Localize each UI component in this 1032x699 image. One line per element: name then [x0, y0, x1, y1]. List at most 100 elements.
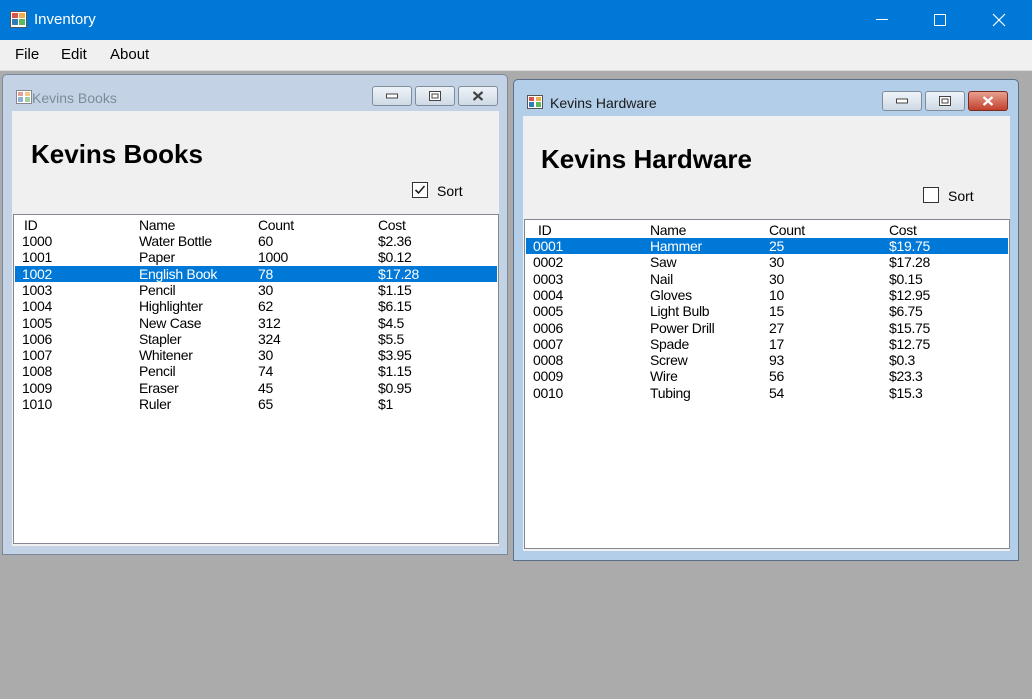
hardware-sort-label: Sort: [948, 188, 974, 204]
list-item[interactable]: 1001 Paper 1000 $0.12: [15, 249, 497, 265]
item-count: 45: [258, 379, 273, 396]
title-bar[interactable]: Inventory: [0, 0, 1032, 40]
item-name: Hammer: [650, 238, 702, 254]
books-window[interactable]: Kevins Books Kevins Books Sort ID Name C…: [2, 74, 508, 555]
menu-edit[interactable]: Edit: [61, 46, 87, 63]
window-title: Inventory: [34, 11, 96, 28]
item-cost: $17.28: [889, 254, 931, 271]
hardware-minimize-button[interactable]: [882, 91, 922, 111]
list-item[interactable]: 0009 Wire 56 $23.3: [526, 368, 1008, 384]
books-sort-label: Sort: [437, 183, 463, 199]
hardware-window-title: Kevins Hardware: [550, 95, 657, 111]
list-item[interactable]: 1004 Highlighter 62 $6.15: [15, 298, 497, 314]
item-name: Pencil: [139, 281, 176, 298]
list-item[interactable]: 1002 English Book 78 $17.28: [15, 265, 497, 282]
list-item[interactable]: 0003 Nail 30 $0.15: [526, 271, 1008, 287]
checkmark-icon: [414, 185, 426, 195]
column-header-count[interactable]: Count: [258, 217, 294, 233]
restore-icon: [429, 91, 441, 101]
item-count: 62: [258, 298, 273, 315]
column-header-name[interactable]: Name: [139, 217, 175, 233]
item-id: 0003: [533, 270, 563, 287]
list-item[interactable]: 0004 Gloves 10 $12.95: [526, 287, 1008, 303]
books-minimize-button[interactable]: [372, 86, 412, 106]
column-header-id[interactable]: ID: [24, 217, 38, 233]
list-item[interactable]: 1010 Ruler 65 $1: [15, 396, 497, 412]
list-item[interactable]: 1000 Water Bottle 60 $2.36: [15, 233, 497, 249]
item-id: 1005: [22, 314, 52, 331]
maximize-icon: [934, 14, 946, 26]
item-cost: $19.75: [889, 238, 931, 254]
column-header-count[interactable]: Count: [769, 222, 805, 238]
item-name: Pencil: [139, 363, 176, 380]
column-header-cost[interactable]: Cost: [889, 222, 917, 238]
list-item[interactable]: 0008 Screw 93 $0.3: [526, 352, 1008, 368]
list-item[interactable]: 1007 Whitener 30 $3.95: [15, 347, 497, 363]
menu-file[interactable]: File: [15, 46, 39, 63]
item-cost: $2.36: [378, 233, 412, 249]
item-id: 0001: [533, 238, 563, 254]
item-count: 93: [769, 352, 784, 369]
list-item[interactable]: 0010 Tubing 54 $15.3: [526, 385, 1008, 401]
app-icon: [10, 11, 27, 28]
hardware-client-area: Kevins Hardware Sort ID Name Count Cost …: [523, 116, 1010, 551]
item-id: 0004: [533, 286, 563, 303]
list-item[interactable]: 0007 Spade 17 $12.75: [526, 336, 1008, 352]
list-item[interactable]: 1006 Stapler 324 $5.5: [15, 331, 497, 347]
item-name: English Book: [139, 265, 218, 282]
item-id: 1010: [22, 396, 52, 412]
list-item[interactable]: 1008 Pencil 74 $1.15: [15, 363, 497, 379]
item-cost: $0.12: [378, 249, 412, 266]
hardware-list[interactable]: ID Name Count Cost 0001 Hammer 25 $19.75 000…: [524, 219, 1010, 549]
column-header-name[interactable]: Name: [650, 222, 686, 238]
item-id: 0002: [533, 254, 563, 271]
list-item[interactable]: 0005 Light Bulb 15 $6.75: [526, 303, 1008, 319]
list-item[interactable]: 1009 Eraser 45 $0.95: [15, 380, 497, 396]
books-restore-button[interactable]: [415, 86, 455, 106]
item-cost: $0.15: [889, 270, 923, 287]
item-name: Saw: [650, 254, 677, 271]
item-id: 1006: [22, 330, 52, 347]
item-cost: $1: [378, 396, 393, 412]
hardware-close-button[interactable]: [968, 91, 1008, 111]
item-id: 1002: [22, 265, 52, 282]
books-window-icon: [16, 90, 32, 104]
close-icon: [472, 91, 484, 101]
list-item[interactable]: 1003 Pencil 30 $1.15: [15, 282, 497, 298]
item-name: Whitener: [139, 347, 193, 364]
column-header-id[interactable]: ID: [538, 222, 552, 238]
item-count: 17: [769, 335, 784, 352]
list-item[interactable]: 0002 Saw 30 $17.28: [526, 254, 1008, 270]
list-item[interactable]: 0001 Hammer 25 $19.75: [526, 238, 1008, 254]
books-list[interactable]: ID Name Count Cost 1000 Water Bottle 60 $2.…: [13, 214, 499, 544]
menu-about[interactable]: About: [110, 46, 149, 63]
close-icon: [982, 96, 994, 106]
item-count: 25: [769, 238, 784, 254]
inventory-app: Inventory File Edit About Kevins Books K…: [0, 0, 1032, 699]
close-button[interactable]: [970, 0, 1028, 40]
list-item[interactable]: 0006 Power Drill 27 $15.75: [526, 320, 1008, 336]
hardware-sort-checkbox[interactable]: [923, 187, 939, 203]
hardware-window[interactable]: Kevins Hardware Kevins Hardware Sort ID …: [513, 79, 1019, 561]
item-cost: $12.75: [889, 335, 931, 352]
column-header-cost[interactable]: Cost: [378, 217, 406, 233]
item-count: 30: [769, 254, 784, 271]
item-id: 1000: [22, 233, 52, 249]
item-count: 30: [258, 347, 273, 364]
item-cost: $15.75: [889, 319, 931, 336]
minimize-icon: [386, 93, 398, 99]
hardware-restore-button[interactable]: [925, 91, 965, 111]
books-sort-checkbox[interactable]: [412, 182, 428, 198]
item-name: Eraser: [139, 379, 179, 396]
hardware-heading: Kevins Hardware: [541, 144, 752, 174]
item-count: 54: [769, 384, 784, 401]
menu-bar: File Edit About: [0, 40, 1032, 71]
item-id: 1004: [22, 298, 52, 315]
item-name: Paper: [139, 249, 175, 266]
list-item[interactable]: 1005 New Case 312 $4.5: [15, 315, 497, 331]
minimize-button[interactable]: [853, 0, 911, 40]
item-name: Gloves: [650, 286, 692, 303]
maximize-button[interactable]: [911, 0, 969, 40]
item-id: 1008: [22, 363, 52, 380]
books-close-button[interactable]: [458, 86, 498, 106]
